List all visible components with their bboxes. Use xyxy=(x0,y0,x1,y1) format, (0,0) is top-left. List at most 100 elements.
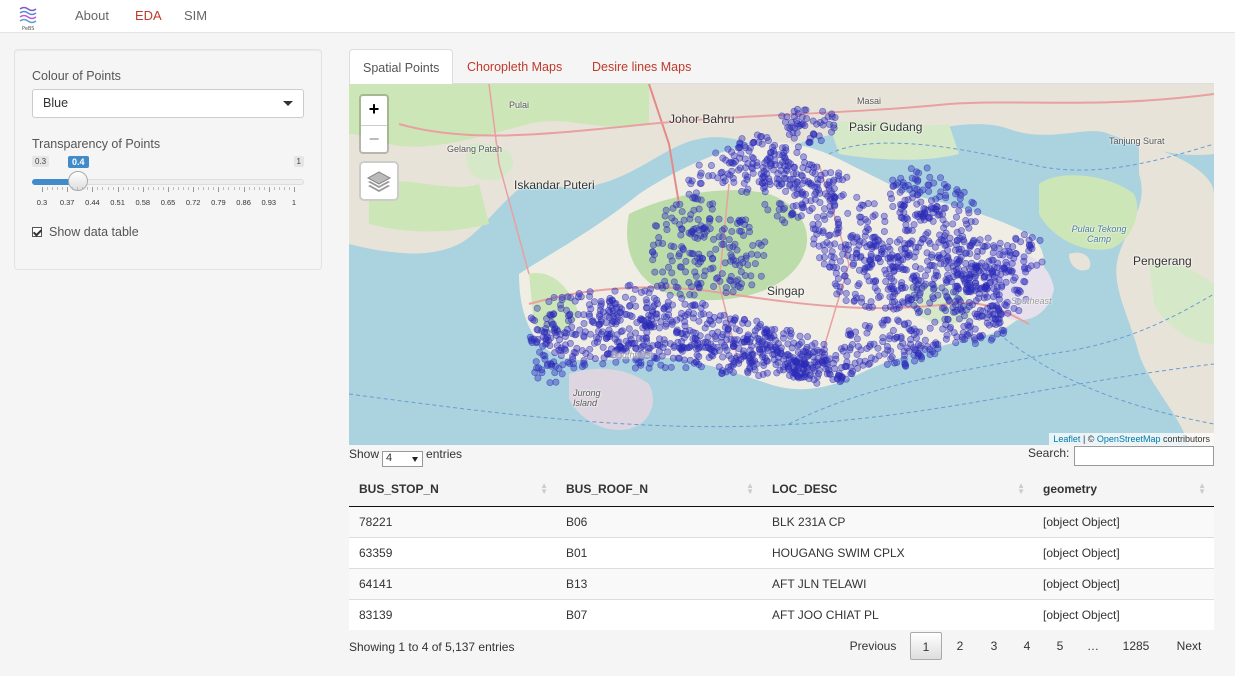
bus-stop-point[interactable] xyxy=(534,326,542,334)
bus-stop-point[interactable] xyxy=(770,166,778,174)
bus-stop-point[interactable] xyxy=(528,338,536,346)
bus-stop-point[interactable] xyxy=(863,329,871,337)
bus-stop-point[interactable] xyxy=(676,290,684,298)
bus-stop-point[interactable] xyxy=(729,342,737,350)
bus-stop-point[interactable] xyxy=(680,216,688,224)
bus-stop-point[interactable] xyxy=(941,315,949,323)
bus-stop-point[interactable] xyxy=(799,164,807,172)
bus-stop-point[interactable] xyxy=(741,164,749,172)
bus-stop-point[interactable] xyxy=(689,335,697,343)
bus-stop-point[interactable] xyxy=(662,206,670,214)
bus-stop-point[interactable] xyxy=(682,257,690,265)
bus-stop-point[interactable] xyxy=(981,273,989,281)
bus-stop-point[interactable] xyxy=(925,181,933,189)
bus-stop-point[interactable] xyxy=(748,351,756,359)
bus-stop-point[interactable] xyxy=(888,274,896,282)
bus-stop-point[interactable] xyxy=(726,216,734,224)
bus-stop-point[interactable] xyxy=(568,330,576,338)
bus-stop-point[interactable] xyxy=(670,343,678,351)
bus-stop-point[interactable] xyxy=(838,374,846,382)
bus-stop-point[interactable] xyxy=(1036,236,1044,244)
bus-stop-point[interactable] xyxy=(649,320,657,328)
bus-stop-point[interactable] xyxy=(608,320,616,328)
pagination-next[interactable]: Next xyxy=(1166,632,1212,660)
bus-stop-point[interactable] xyxy=(777,350,785,358)
bus-stop-point[interactable] xyxy=(723,330,731,338)
bus-stop-point[interactable] xyxy=(823,360,831,368)
bus-stop-point[interactable] xyxy=(832,269,840,277)
bus-stop-point[interactable] xyxy=(535,364,543,372)
bus-stop-point[interactable] xyxy=(663,226,671,234)
bus-stop-point[interactable] xyxy=(668,318,676,326)
bus-stop-point[interactable] xyxy=(637,288,645,296)
bus-stop-point[interactable] xyxy=(613,310,621,318)
bus-stop-point[interactable] xyxy=(901,245,909,253)
bus-stop-point[interactable] xyxy=(580,320,588,328)
bus-stop-point[interactable] xyxy=(730,336,738,344)
bus-stop-point[interactable] xyxy=(828,248,836,256)
bus-stop-point[interactable] xyxy=(580,356,588,364)
bus-stop-point[interactable] xyxy=(763,170,771,178)
bus-stop-point[interactable] xyxy=(793,129,801,137)
bus-stop-point[interactable] xyxy=(649,307,657,315)
bus-stop-point[interactable] xyxy=(785,130,793,138)
bus-stop-point[interactable] xyxy=(695,161,703,169)
bus-stop-point[interactable] xyxy=(690,206,698,214)
bus-stop-point[interactable] xyxy=(983,293,991,301)
bus-stop-point[interactable] xyxy=(853,193,861,201)
bus-stop-point[interactable] xyxy=(849,261,857,269)
bus-stop-point[interactable] xyxy=(844,331,852,339)
bus-stop-point[interactable] xyxy=(968,301,976,309)
bus-stop-point[interactable] xyxy=(821,246,829,254)
bus-stop-point[interactable] xyxy=(937,188,945,196)
bus-stop-point[interactable] xyxy=(846,346,854,354)
bus-stop-point[interactable] xyxy=(792,202,800,210)
bus-stop-point[interactable] xyxy=(825,120,833,128)
bus-stop-point[interactable] xyxy=(988,334,996,342)
bus-stop-point[interactable] xyxy=(646,359,654,367)
bus-stop-point[interactable] xyxy=(728,227,736,235)
bus-stop-point[interactable] xyxy=(707,351,715,359)
bus-stop-point[interactable] xyxy=(1015,286,1023,294)
bus-stop-point[interactable] xyxy=(805,179,813,187)
bus-stop-point[interactable] xyxy=(765,178,773,186)
bus-stop-point[interactable] xyxy=(1008,268,1016,276)
bus-stop-point[interactable] xyxy=(911,175,919,183)
bus-stop-point[interactable] xyxy=(785,365,793,373)
bus-stop-point[interactable] xyxy=(666,291,674,299)
bus-stop-point[interactable] xyxy=(691,193,699,201)
table-row[interactable]: 63359 B01 HOUGANG SWIM CPLX [object Obje… xyxy=(349,536,1214,568)
bus-stop-point[interactable] xyxy=(695,317,703,325)
bus-stop-point[interactable] xyxy=(725,352,733,360)
bus-stop-point[interactable] xyxy=(876,258,884,266)
bus-stop-point[interactable] xyxy=(755,372,763,380)
bus-stop-point[interactable] xyxy=(735,359,743,367)
bus-stop-point[interactable] xyxy=(860,268,868,276)
bus-stop-point[interactable] xyxy=(570,348,578,356)
bus-stop-point[interactable] xyxy=(651,222,659,230)
bus-stop-point[interactable] xyxy=(735,166,743,174)
bus-stop-point[interactable] xyxy=(678,309,686,317)
bus-stop-point[interactable] xyxy=(549,310,557,318)
bus-stop-point[interactable] xyxy=(942,184,950,192)
bus-stop-point[interactable] xyxy=(798,113,806,121)
bus-stop-point[interactable] xyxy=(864,218,872,226)
bus-stop-point[interactable] xyxy=(897,281,905,289)
bus-stop-point[interactable] xyxy=(653,354,661,362)
bus-stop-point[interactable] xyxy=(678,343,686,351)
bus-stop-point[interactable] xyxy=(910,221,918,229)
bus-stop-point[interactable] xyxy=(731,314,739,322)
bus-stop-point[interactable] xyxy=(887,347,895,355)
bus-stop-point[interactable] xyxy=(624,282,632,290)
bus-stop-point[interactable] xyxy=(899,256,907,264)
bus-stop-point[interactable] xyxy=(767,334,775,342)
zoom-in-button[interactable]: + xyxy=(361,96,387,124)
search-input[interactable] xyxy=(1074,446,1214,466)
bus-stop-point[interactable] xyxy=(595,321,603,329)
bus-stop-point[interactable] xyxy=(546,379,554,387)
bus-stop-point[interactable] xyxy=(718,270,726,278)
bus-stop-point[interactable] xyxy=(666,252,674,260)
bus-stop-point[interactable] xyxy=(695,360,703,368)
bus-stop-point[interactable] xyxy=(821,190,829,198)
bus-stop-point[interactable] xyxy=(725,159,733,167)
